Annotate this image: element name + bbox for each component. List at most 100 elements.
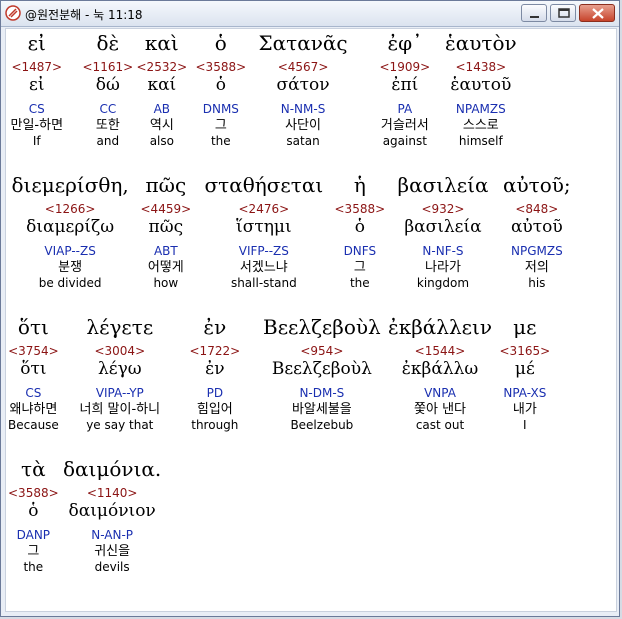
strong-number: <4567> xyxy=(277,60,329,74)
korean-gloss: 그 xyxy=(353,260,366,275)
greek-word: βασιλεία xyxy=(397,173,489,197)
korean-gloss: 왜냐하면 xyxy=(9,402,58,417)
strong-number: <1909> xyxy=(379,60,431,74)
interlinear-word[interactable]: ἐφ᾽ <1909> ἐπί PA 거슬러서 against xyxy=(380,31,431,149)
parsing-code: DNFS xyxy=(343,244,377,258)
strong-number: <1161> xyxy=(82,60,134,74)
parsing-code: PA xyxy=(397,102,413,116)
lemma: βασιλεία xyxy=(404,217,482,237)
interlinear-word[interactable]: ἑαυτὸν <1438> ἑαυτοῦ NPAMZS 스스로 himself xyxy=(445,31,517,149)
lemma: εἰ xyxy=(29,75,45,95)
lemma: ἑαυτοῦ xyxy=(450,75,512,95)
maximize-button[interactable] xyxy=(550,4,576,22)
greek-word: Σατανᾶς xyxy=(258,31,348,55)
greek-word: δαιμόνια. xyxy=(63,457,162,481)
strong-number: <3588> xyxy=(8,486,59,500)
parsing-code: N-NF-S xyxy=(422,244,464,258)
korean-gloss: 거슬러서 xyxy=(380,118,429,133)
parsing-code: DANP xyxy=(16,528,51,542)
parsing-code: NPAMZS xyxy=(455,102,506,116)
interlinear-word[interactable]: καὶ <2532> καί AB 역시 also xyxy=(137,31,188,149)
korean-gloss: 그 xyxy=(27,544,40,559)
parsing-code: NPGMZS xyxy=(510,244,563,258)
strong-number: <932> xyxy=(421,202,465,216)
english-gloss: the xyxy=(210,134,231,148)
strong-number: <3004> xyxy=(94,344,146,358)
english-gloss: I xyxy=(523,418,527,432)
korean-gloss: 귀신을 xyxy=(94,544,131,559)
close-icon xyxy=(592,8,604,19)
english-gloss: Because xyxy=(8,418,59,432)
greek-word: ὅτι xyxy=(17,315,49,339)
strong-number: <954> xyxy=(300,344,344,358)
interlinear-word[interactable]: ἡ <3588> ὁ DNFS 그 the xyxy=(335,173,386,291)
greek-word: αὐτοῦ; xyxy=(503,173,571,197)
parsing-code: VNPA xyxy=(424,386,456,400)
parsing-code: N-NM-S xyxy=(280,102,326,116)
app-window: @원전분해 - 눅 11:18 εἰ <1487> εἰ CS 만일-하면 If δὲ <11… xyxy=(0,0,620,617)
lemma: μέ xyxy=(514,359,535,379)
maximize-icon xyxy=(558,8,570,18)
parsing-code: VIFP--ZS xyxy=(238,244,289,258)
close-button[interactable] xyxy=(579,4,615,22)
strong-number: <1266> xyxy=(44,202,96,216)
interlinear-word[interactable]: πῶς <4459> πῶς ABT 어떻게 how xyxy=(141,173,192,291)
interlinear-word[interactable]: Βεελζεβοὺλ <954> Βεελζεβοὺλ N-DM-S 바알세불을 Beel… xyxy=(263,315,381,433)
interlinear-word[interactable]: Σατανᾶς <4567> σάτον N-NM-S 사단이 satan xyxy=(259,31,348,149)
interlinear-word[interactable]: εἰ <1487> εἰ CS 만일-하면 If xyxy=(6,31,68,149)
english-gloss: kingdom xyxy=(416,276,470,290)
english-gloss: and xyxy=(96,134,120,148)
korean-gloss: 너희 말이-하니 xyxy=(79,402,161,417)
interlinear-word[interactable]: ἐν <1722> ἐν PD 힘입어 through xyxy=(190,315,241,433)
korean-gloss: 서겠느냐 xyxy=(239,260,288,275)
korean-gloss: 힘입어 xyxy=(196,402,233,417)
strong-number: <1438> xyxy=(455,60,507,74)
interlinear-word[interactable]: αὐτοῦ; <848> αὐτοῦ NPGMZS 저의 his xyxy=(503,173,571,291)
title-bar[interactable]: @원전분해 - 눅 11:18 xyxy=(1,1,619,27)
interlinear-word[interactable]: τὰ <3588> ὁ DANP 그 the xyxy=(8,457,59,575)
lemma: λέγω xyxy=(97,359,142,379)
english-gloss: through xyxy=(191,418,239,432)
strong-number: <848> xyxy=(515,202,559,216)
parsing-code: CS xyxy=(25,386,42,400)
greek-word: ἐφ᾽ xyxy=(387,31,423,55)
english-gloss: the xyxy=(349,276,370,290)
interlinear-word[interactable]: βασιλεία <932> βασιλεία N-NF-S 나라가 kingdom xyxy=(398,173,489,291)
lemma: ἐπί xyxy=(391,75,419,95)
greek-word: καὶ xyxy=(144,31,179,55)
interlinear-word[interactable]: ὅτι <3754> ὅτι CS 왜냐하면 Because xyxy=(8,315,59,433)
korean-gloss: 어떻게 xyxy=(147,260,184,275)
lemma: Βεελζεβοὺλ xyxy=(271,359,372,379)
english-gloss: devils xyxy=(94,560,130,574)
interlinear-word[interactable]: λέγετε <3004> λέγω VIPA--YP 너희 말이-하니 ye say t… xyxy=(80,315,161,433)
korean-gloss: 분쟁 xyxy=(58,260,83,275)
strong-number: <1487> xyxy=(11,60,63,74)
minimize-button[interactable] xyxy=(521,4,547,22)
korean-gloss: 만일-하면 xyxy=(10,118,64,133)
parsing-code: N-AN-P xyxy=(91,528,134,542)
interlinear-word[interactable]: ἐκβάλλειν <1544> ἐκβάλλω VNPA 쫓아 낸다 cast out xyxy=(388,315,492,433)
korean-gloss: 사단이 xyxy=(285,118,321,133)
greek-word: Βεελζεβοὺλ xyxy=(263,315,381,339)
interlinear-word[interactable]: με <3165> μέ NPA-XS 내가 I xyxy=(500,315,551,433)
lemma: διαμερίζω xyxy=(26,217,115,237)
greek-word: διεμερίσθη, xyxy=(11,173,129,197)
korean-gloss: 나라가 xyxy=(425,260,461,275)
interlinear-word[interactable]: δαιμόνια. <1140> δαιμόνιον N-AN-P 귀신을 devils xyxy=(63,457,161,575)
parsing-code: CS xyxy=(28,102,45,116)
korean-gloss: 역시 xyxy=(149,118,174,133)
window-title: @원전분해 - 눅 11:18 xyxy=(25,8,143,22)
english-gloss: ye say that xyxy=(86,418,154,432)
english-gloss: be divided xyxy=(38,276,102,290)
lemma: πῶς xyxy=(148,217,184,237)
korean-gloss: 쫓아 낸다 xyxy=(414,402,466,417)
app-icon xyxy=(5,5,21,21)
lemma: καί xyxy=(147,75,177,95)
greek-word: δὲ xyxy=(96,31,120,55)
greek-word: με xyxy=(513,315,537,339)
interlinear-word[interactable]: διεμερίσθη, <1266> διαμερίζω VIAP--ZS 분쟁 be d… xyxy=(12,173,129,291)
lemma: ἐν xyxy=(205,359,225,379)
interlinear-word[interactable]: δὲ <1161> δώ CC 또한 and xyxy=(83,31,134,149)
interlinear-word[interactable]: σταθήσεται <2476> ἵστημι VIFP--ZS 서겠느냐 shall-… xyxy=(205,173,324,291)
interlinear-word[interactable]: ὁ <3588> ὁ DNMS 그 the xyxy=(196,31,247,149)
